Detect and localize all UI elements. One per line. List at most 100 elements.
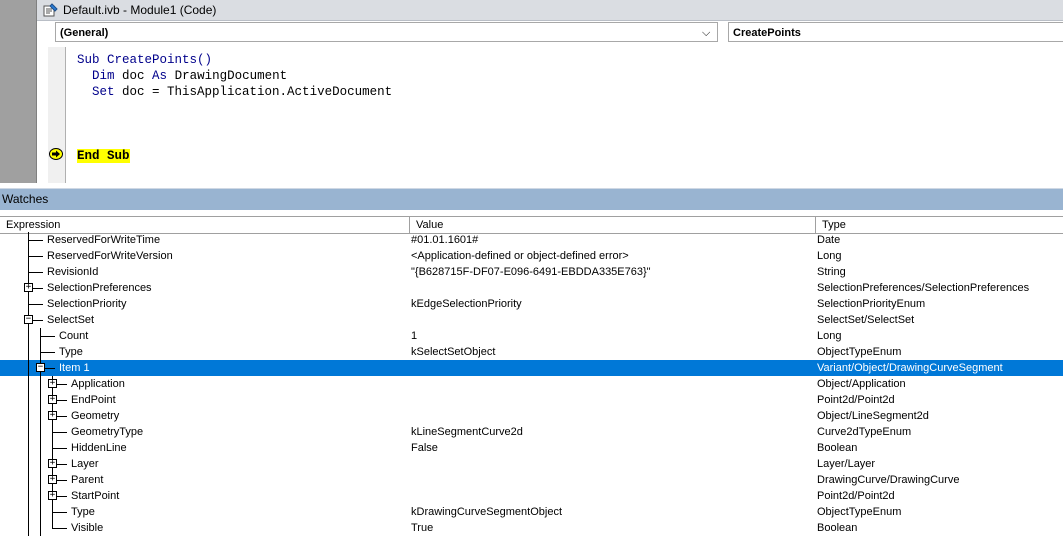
expand-icon[interactable]: + (48, 379, 57, 388)
tree-line (28, 328, 29, 344)
watch-value[interactable]: #01.01.1601# (411, 232, 478, 248)
code-line-end-sub-highlighted[interactable]: End Sub (77, 149, 130, 163)
execution-pointer-icon (49, 148, 63, 160)
watch-type: String (817, 266, 846, 278)
column-header-type[interactable]: Type (815, 217, 1063, 233)
code-editor[interactable]: Sub CreatePoints() Dim doc As DrawingDoc… (77, 52, 392, 164)
tree-line (40, 376, 41, 392)
watch-row[interactable]: + Geometry Object/LineSegment2d (0, 408, 1063, 424)
watch-expression[interactable]: ReservedForWriteTime (47, 232, 160, 248)
chevron-down-icon[interactable]: ⌵ (702, 23, 712, 43)
watch-value[interactable]: kEdgeSelectionPriority (411, 296, 522, 312)
watch-value[interactable]: "{B628715F-DF07-E096-6491-EBDDA335E763}" (411, 264, 651, 280)
watch-expression[interactable]: StartPoint (71, 488, 119, 504)
code-line-2-type[interactable]: DrawingDocument (167, 69, 288, 83)
tree-line (28, 256, 43, 257)
code-margin-indicator-bar[interactable] (48, 47, 66, 183)
watch-expression[interactable]: Type (59, 344, 83, 360)
object-combobox[interactable]: (General) ⌵ (55, 22, 718, 42)
watch-expression[interactable]: SelectSet (47, 312, 94, 328)
watch-value[interactable]: <Application-defined or object-defined e… (411, 248, 629, 264)
watch-row[interactable]: + Application Object/Application (0, 376, 1063, 392)
expand-icon[interactable]: + (48, 459, 57, 468)
watch-row[interactable]: GeometryType kLineSegmentCurve2d Curve2dTy… (0, 424, 1063, 440)
watch-expression[interactable]: Layer (71, 456, 99, 472)
as-keyword[interactable]: As (152, 69, 167, 83)
column-header-expression[interactable]: Expression (0, 217, 410, 233)
watch-value[interactable]: False (411, 440, 438, 456)
code-line-3-rest[interactable]: doc = ThisApplication.ActiveDocument (115, 85, 392, 99)
watch-row[interactable]: + Parent DrawingCurve/DrawingCurve (0, 472, 1063, 488)
watch-expression[interactable]: SelectionPriority (47, 296, 126, 312)
watch-expression[interactable]: EndPoint (71, 392, 116, 408)
watch-row[interactable]: ReservedForWriteTime #01.01.1601# Date (0, 232, 1063, 248)
watch-value[interactable]: 1 (411, 328, 417, 344)
watch-type: Date (817, 234, 841, 246)
watch-row[interactable]: ReservedForWriteVersion <Application-defi… (0, 248, 1063, 264)
vba-module-icon (43, 3, 58, 17)
tree-line (28, 408, 29, 424)
watch-expression[interactable]: Geometry (71, 408, 119, 424)
watch-value[interactable]: kDrawingCurveSegmentObject (411, 504, 562, 520)
dim-keyword[interactable]: Dim (92, 69, 115, 83)
tree-line (40, 488, 41, 504)
watch-row[interactable]: − SelectSet SelectSet/SelectSet (0, 312, 1063, 328)
watch-expression[interactable]: Parent (71, 472, 103, 488)
watch-expression[interactable]: Item 1 (59, 360, 90, 376)
watch-row[interactable]: HiddenLine False Boolean (0, 440, 1063, 456)
watch-value[interactable]: True (411, 520, 433, 536)
watch-expression[interactable]: ReservedForWriteVersion (47, 248, 173, 264)
tree-line (40, 472, 41, 488)
watch-expression[interactable]: Type (71, 504, 95, 520)
watch-expression[interactable]: GeometryType (71, 424, 143, 440)
expand-icon[interactable]: + (24, 283, 33, 292)
watch-value[interactable]: kLineSegmentCurve2d (411, 424, 523, 440)
watch-row[interactable]: Count 1 Long (0, 328, 1063, 344)
procedure-combobox[interactable]: CreatePoints (728, 22, 1063, 42)
tree-line (40, 520, 41, 536)
tree-line (28, 344, 29, 360)
watch-expression[interactable]: Application (71, 376, 125, 392)
watch-type: Object/Application (817, 378, 906, 390)
tree-line (28, 440, 29, 456)
expand-icon[interactable]: + (48, 395, 57, 404)
watch-expression[interactable]: RevisionId (47, 264, 98, 280)
watch-row[interactable]: + StartPoint Point2d/Point2d (0, 488, 1063, 504)
watch-expression[interactable]: SelectionPreferences (47, 280, 152, 296)
tree-line (52, 432, 67, 433)
code-window: Default.ivb - Module1 (Code) (General) ⌵… (37, 0, 1063, 183)
watch-expression[interactable]: HiddenLine (71, 440, 127, 456)
code-line-1[interactable]: Sub CreatePoints() (77, 53, 212, 67)
watch-row[interactable]: Visible True Boolean (0, 520, 1063, 536)
watch-type: Point2d/Point2d (817, 394, 895, 406)
collapse-icon[interactable]: − (24, 315, 33, 324)
expand-icon[interactable]: + (48, 411, 57, 420)
watch-row[interactable]: + EndPoint Point2d/Point2d (0, 392, 1063, 408)
watch-row[interactable]: Type kDrawingCurveSegmentObject ObjectType… (0, 504, 1063, 520)
watch-row[interactable]: Type kSelectSetObject ObjectTypeEnum (0, 344, 1063, 360)
tree-line (28, 504, 29, 520)
watch-type: Long (817, 330, 842, 342)
tree-line (40, 392, 41, 408)
watch-row[interactable]: RevisionId "{B628715F-DF07-E096-6491-EBDD… (0, 264, 1063, 280)
watch-row[interactable]: SelectionPriority kEdgeSelectionPriority S… (0, 296, 1063, 312)
watch-type: Object/LineSegment2d (817, 410, 929, 422)
watch-value[interactable]: kSelectSetObject (411, 344, 495, 360)
watch-type: Variant/Object/DrawingCurveSegment (817, 362, 1003, 374)
watch-row[interactable]: − Item 1 Variant/Object/DrawingCurveSegmen… (0, 360, 1063, 376)
watch-row[interactable]: + Layer Layer/Layer (0, 456, 1063, 472)
watch-type: Curve2dTypeEnum (817, 426, 912, 438)
collapse-icon[interactable]: − (36, 363, 45, 372)
tree-line (28, 240, 43, 241)
expand-icon[interactable]: + (48, 475, 57, 484)
tree-line (28, 392, 29, 408)
watch-expression[interactable]: Visible (71, 520, 103, 536)
watches-title: Watches (0, 188, 1063, 210)
code-line-2-var[interactable]: doc (115, 69, 153, 83)
expand-icon[interactable]: + (48, 491, 57, 500)
watch-row[interactable]: + SelectionPreferences SelectionPreference… (0, 280, 1063, 296)
column-header-value[interactable]: Value (409, 217, 816, 233)
watch-expression[interactable]: Count (59, 328, 88, 344)
watch-type: SelectSet/SelectSet (817, 314, 915, 326)
set-keyword[interactable]: Set (92, 85, 115, 99)
